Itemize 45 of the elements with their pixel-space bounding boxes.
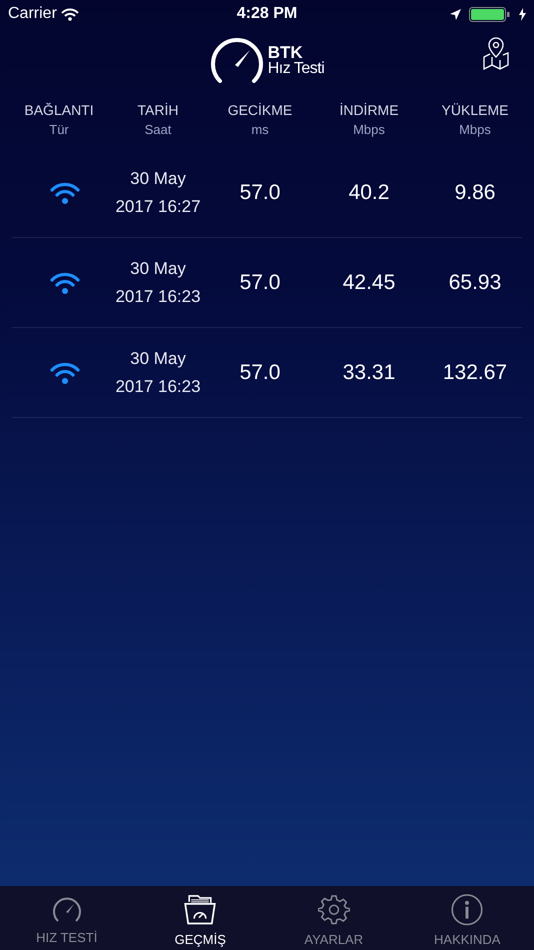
column-header: TARİH: [136, 101, 180, 120]
wifi-icon: [50, 180, 80, 204]
info-icon: [451, 894, 484, 926]
location-arrow-icon: [450, 8, 461, 20]
wifi-icon: [50, 270, 80, 294]
column-unit: Tür: [48, 121, 70, 139]
charging-bolt-icon: [519, 8, 526, 20]
column-header: BAĞLANTI: [23, 101, 95, 120]
test-time: 2017 16:23: [115, 286, 201, 308]
test-date: 30 May: [130, 168, 186, 190]
test-time: 2017 16:27: [115, 196, 201, 218]
column-unit: Saat: [144, 121, 172, 139]
folder-icon: [183, 894, 218, 926]
tab-button[interactable]: GEÇMİŞ: [134, 886, 267, 950]
tab-button[interactable]: HAKKINDA: [400, 886, 534, 950]
test-date: 30 May: [130, 258, 186, 280]
tab-button[interactable]: AYARLAR: [267, 886, 400, 950]
settings-icon: [318, 894, 350, 926]
map-pin-button[interactable]: [482, 36, 510, 70]
logo-title: BTK: [268, 44, 303, 60]
wifi-icon: [50, 360, 80, 384]
upload-value: 9.86: [454, 180, 496, 204]
clock-time: 4:28 PM: [236, 4, 298, 24]
column-header: İNDİRME: [338, 101, 400, 120]
latency-value: 57.0: [240, 360, 280, 384]
upload-value: 132.67: [442, 360, 508, 384]
latency-value: 57.0: [240, 270, 280, 294]
column-unit: ms: [250, 121, 270, 139]
carrier-label: Carrier: [8, 4, 57, 24]
upload-value: 65.93: [448, 270, 502, 294]
test-time: 2017 16:23: [115, 376, 201, 398]
column-unit: Mbps: [352, 121, 386, 139]
column-header: YÜKLEME: [440, 101, 510, 120]
logo-subtitle: Hız Testi: [268, 60, 324, 76]
speedometer-icon: [210, 36, 264, 84]
test-date: 30 May: [130, 348, 186, 370]
download-value: 40.2: [348, 180, 390, 204]
column-header: GECİKME: [226, 101, 294, 120]
wifi-signal-icon: [60, 8, 79, 20]
latency-value: 57.0: [240, 180, 280, 204]
column-unit: Mbps: [458, 121, 492, 139]
download-value: 33.31: [342, 360, 396, 384]
download-value: 42.45: [342, 270, 396, 294]
battery-icon: [469, 6, 511, 22]
tab-button[interactable]: HIZ TESTİ: [0, 886, 134, 950]
